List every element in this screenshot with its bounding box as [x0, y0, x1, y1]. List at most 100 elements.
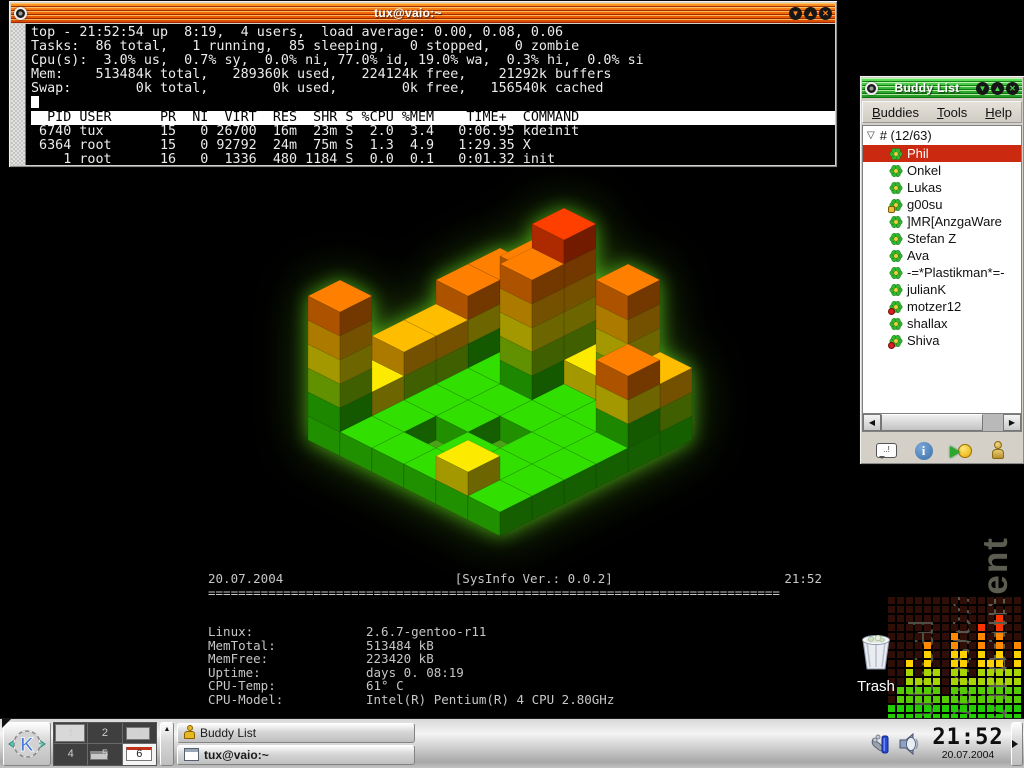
menu-tools[interactable]: Tools [937, 105, 967, 120]
equalizer-dot [969, 597, 976, 604]
buddy-list-titlebar[interactable]: Buddy List ▼ ▲ ✕ [862, 78, 1022, 98]
buddy-row[interactable]: julianK [863, 281, 1021, 298]
equalizer-dot [1014, 615, 1021, 622]
equalizer-dot [969, 687, 976, 694]
task-button-buddy-list[interactable]: Buddy List [177, 723, 415, 743]
speech-bubble-icon: ..! [876, 443, 897, 458]
equalizer-dot [996, 705, 1003, 712]
trash-icon[interactable]: Trash [848, 628, 904, 695]
pager-desktop-6[interactable]: 6 [123, 744, 156, 765]
terminal-output[interactable]: top - 21:52:54 up 8:19, 4 users, load av… [26, 24, 835, 165]
buddy-row[interactable]: Stefan Z [863, 230, 1021, 247]
close-icon[interactable]: ✕ [1006, 82, 1019, 95]
equalizer-dot [906, 651, 913, 658]
equalizer-dot [951, 615, 958, 622]
away-badge-icon [888, 206, 895, 213]
buddy-list-hscrollbar[interactable]: ◀ ▶ [862, 414, 1022, 432]
im-button[interactable]: ..! [873, 437, 901, 465]
equalizer-dot [906, 633, 913, 640]
volume-tray-icon[interactable] [898, 731, 922, 757]
buddy-row[interactable]: Onkel [863, 162, 1021, 179]
buddy-row[interactable]: Phil [863, 145, 1021, 162]
equalizer-dot [960, 615, 967, 622]
equalizer-dot [942, 606, 949, 613]
equalizer-dot [1014, 597, 1021, 604]
equalizer-dot [960, 624, 967, 631]
chat-button[interactable] [947, 437, 975, 465]
away-button[interactable] [984, 437, 1012, 465]
menu-buddies[interactable]: Buddies [872, 105, 919, 120]
info-button[interactable]: i [910, 437, 938, 465]
equalizer-dot [915, 687, 922, 694]
pager-desktop-5[interactable]: 5 [88, 744, 121, 765]
equalizer-dot [987, 597, 994, 604]
buddy-group-row[interactable]: ▽ # (12/63) [863, 126, 1021, 145]
equalizer-dot [933, 678, 940, 685]
buddy-row[interactable]: Shiva [863, 332, 1021, 349]
buddy-list-menubar: Buddies Tools Help [862, 101, 1022, 123]
sysinfo-row: CPU-Model:Intel(R) Pentium(R) 4 CPU 2.80… [208, 693, 822, 707]
buddy-row[interactable]: ]MR[AnzgaWare [863, 213, 1021, 230]
power-plug-tray-icon[interactable] [869, 731, 893, 757]
maximize-icon[interactable]: ▲ [991, 82, 1004, 95]
k-menu-button[interactable]: K [3, 722, 51, 766]
menu-help[interactable]: Help [985, 105, 1012, 120]
equalizer-dot [933, 597, 940, 604]
taskbar-panel: K 123 456 ▲ Buddy Listtux@vaio:~ 21:52 20… [0, 718, 1024, 768]
pager-desktop-2[interactable]: 2 [88, 723, 121, 744]
equalizer-dot [915, 705, 922, 712]
pager-desktop-4[interactable]: 4 [54, 744, 87, 765]
pager-desktop-1[interactable]: 1 [54, 723, 87, 744]
equalizer-dot [951, 606, 958, 613]
terminal-titlebar[interactable]: tux@vaio:~ ▼ ▲ ✕ [11, 3, 835, 23]
minimize-icon[interactable]: ▼ [789, 7, 802, 20]
buddy-row[interactable]: Ava [863, 247, 1021, 264]
window-menu-button[interactable] [14, 7, 27, 20]
equalizer-dot [897, 597, 904, 604]
equalizer-dot [951, 660, 958, 667]
clock-applet[interactable]: 21:52 20.07.2004 [928, 726, 1008, 761]
chevron-right-icon [1012, 740, 1022, 748]
buddy-row[interactable]: shallax [863, 315, 1021, 332]
buddy-row[interactable]: Lukas [863, 179, 1021, 196]
equalizer-dot [978, 660, 985, 667]
buddy-row[interactable]: -=*Plastikman*=- [863, 264, 1021, 281]
pager-desktop-3[interactable]: 3 [123, 723, 156, 744]
equalizer-dot [969, 696, 976, 703]
buddy-row[interactable]: motzer12 [863, 298, 1021, 315]
tasklist-scroll-button[interactable]: ▲ [160, 722, 174, 766]
terminal-scrollbar[interactable] [11, 24, 26, 165]
equalizer-dot [906, 705, 913, 712]
trash-can-icon [855, 628, 897, 672]
equalizer-dot [924, 696, 931, 703]
panel-hide-button[interactable] [1011, 722, 1023, 766]
buddy-name: Stefan Z [907, 231, 956, 246]
window-menu-button[interactable] [865, 82, 878, 95]
equalizer-dot [1014, 624, 1021, 631]
equalizer-dot [1014, 669, 1021, 676]
buddy-flower-icon [889, 198, 903, 212]
buddy-flower-icon [889, 317, 903, 331]
equalizer-dot [933, 615, 940, 622]
scroll-left-icon[interactable]: ◀ [863, 414, 881, 431]
buddy-row[interactable]: g00su [863, 196, 1021, 213]
equalizer-dot [942, 696, 949, 703]
equalizer-dot [996, 633, 1003, 640]
equalizer-dot [951, 624, 958, 631]
equalizer-dot [888, 705, 895, 712]
equalizer-dot [1005, 624, 1012, 631]
task-button-list: Buddy Listtux@vaio:~ [177, 721, 415, 767]
dnd-badge-icon [888, 308, 895, 315]
scroll-right-icon[interactable]: ▶ [1003, 414, 1021, 431]
minimize-icon[interactable]: ▼ [976, 82, 989, 95]
scrollbar-thumb[interactable] [881, 414, 983, 431]
close-icon[interactable]: ✕ [819, 7, 832, 20]
equalizer-dot [942, 597, 949, 604]
buddy-name: Phil [907, 146, 929, 161]
collapse-triangle-icon[interactable]: ▽ [867, 130, 875, 141]
equalizer-dot [933, 624, 940, 631]
task-button-tux-vaio-[interactable]: tux@vaio:~ [177, 745, 415, 765]
maximize-icon[interactable]: ▲ [804, 7, 817, 20]
equalizer-dot [915, 633, 922, 640]
equalizer-dot [978, 633, 985, 640]
